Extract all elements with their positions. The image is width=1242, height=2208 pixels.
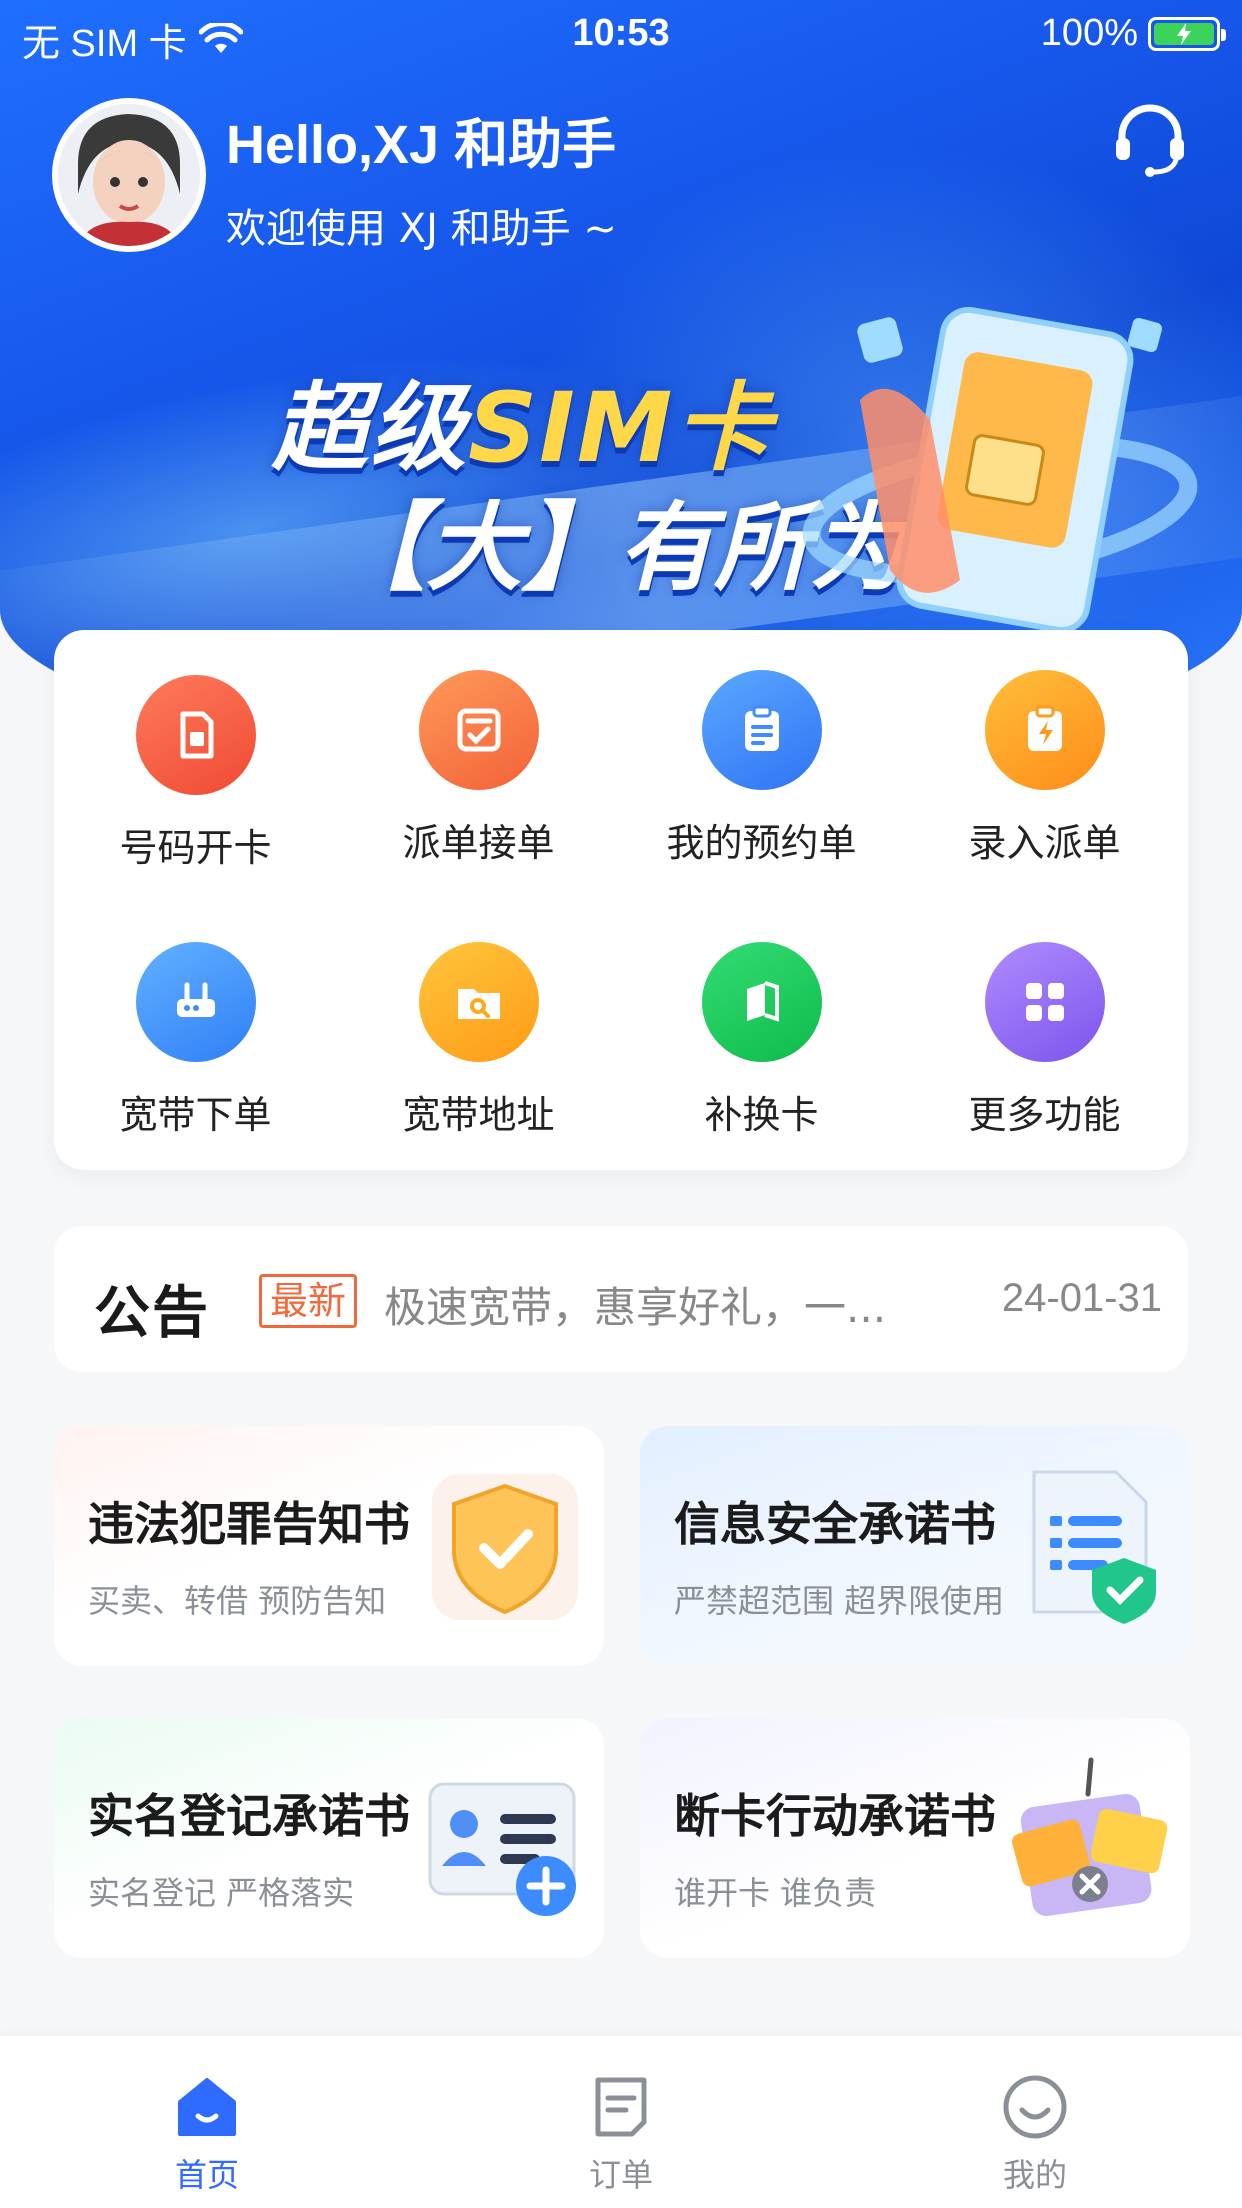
cards-cancel-icon xyxy=(1006,1754,1176,1924)
promise-subtitle: 谁开卡 谁负责 xyxy=(674,1874,877,1912)
promise-title: 违法犯罪告知书 xyxy=(88,1497,410,1551)
user-avatar[interactable] xyxy=(52,98,206,252)
function-label: 宽带地址 xyxy=(402,1093,555,1137)
function-enter-dispatch[interactable]: 录入派单 xyxy=(903,670,1186,900)
battery-icon xyxy=(1148,16,1226,51)
battery-percent: 100% xyxy=(1040,12,1138,54)
function-my-appointments[interactable]: 我的预约单 xyxy=(620,670,903,900)
notice-date: 24-01-31 xyxy=(1001,1276,1162,1320)
notice-text[interactable]: 极速宽带，惠享好礼，一... xyxy=(384,1274,904,1335)
greeting-subtitle: 欢迎使用 XJ 和助手 ~ xyxy=(226,206,617,252)
promise-title: 断卡行动承诺书 xyxy=(674,1789,996,1843)
function-label: 派单接单 xyxy=(402,821,555,865)
banner-title-accent: SIM卡 xyxy=(468,372,773,484)
greeting-title: Hello,XJ 和助手 xyxy=(226,115,617,175)
function-more[interactable]: 更多功能 xyxy=(903,942,1186,1172)
function-broadband-address[interactable]: 宽带地址 xyxy=(337,942,620,1172)
card-swap-icon xyxy=(701,942,822,1062)
tab-home[interactable]: 首页 xyxy=(0,2036,414,2208)
tab-orders[interactable]: 订单 xyxy=(414,2036,828,2208)
function-label: 补换卡 xyxy=(704,1093,819,1137)
tab-label: 首页 xyxy=(174,2156,239,2194)
banner-title-prefix: 超级 xyxy=(272,372,468,484)
promise-card-crime-notice[interactable]: 违法犯罪告知书 买卖、转借 预防告知 xyxy=(54,1426,604,1666)
checklist-icon xyxy=(418,670,539,790)
sim-card-icon xyxy=(135,675,256,795)
home-icon xyxy=(172,2072,242,2142)
tab-label: 订单 xyxy=(588,2156,653,2194)
promise-subtitle: 实名登记 严格落实 xyxy=(88,1874,355,1912)
phone-sim-illustration xyxy=(800,280,1200,640)
bolt-clipboard-icon xyxy=(984,670,1105,790)
smile-icon xyxy=(1000,2072,1070,2142)
battery-status: 100% xyxy=(1040,12,1226,55)
tab-mine[interactable]: 我的 xyxy=(828,2036,1242,2208)
function-broadband-order[interactable]: 宽带下单 xyxy=(54,942,337,1172)
banner-title-line1[interactable]: 超级SIM卡 xyxy=(272,350,772,489)
clipboard-icon xyxy=(701,670,822,790)
function-label: 我的预约单 xyxy=(666,821,857,865)
bottom-tab-bar: 首页 订单 我的 xyxy=(0,2036,1242,2208)
router-icon xyxy=(135,942,256,1062)
promise-subtitle: 严禁超范围 超界限使用 xyxy=(674,1582,1005,1620)
promise-card-break-card[interactable]: 断卡行动承诺书 谁开卡 谁负责 xyxy=(640,1718,1190,1958)
status-bar: 无 SIM 卡 10:53 100% xyxy=(0,0,1242,66)
secure-document-icon xyxy=(1006,1462,1176,1632)
function-replace-card[interactable]: 补换卡 xyxy=(620,942,903,1172)
apps-grid-icon xyxy=(984,942,1105,1062)
tab-label: 我的 xyxy=(1002,2156,1067,2194)
promise-title: 信息安全承诺书 xyxy=(674,1497,996,1551)
notice-new-badge: 最新 xyxy=(259,1274,358,1328)
id-card-add-icon xyxy=(420,1754,590,1924)
function-label: 更多功能 xyxy=(968,1093,1121,1137)
promise-title: 实名登记承诺书 xyxy=(88,1789,410,1843)
order-icon xyxy=(586,2072,656,2142)
function-open-number[interactable]: 号码开卡 xyxy=(54,675,337,905)
promise-subtitle: 买卖、转借 预防告知 xyxy=(88,1582,387,1620)
promise-card-info-security[interactable]: 信息安全承诺书 严禁超范围 超界限使用 xyxy=(640,1426,1190,1666)
promise-card-realname[interactable]: 实名登记承诺书 实名登记 严格落实 xyxy=(54,1718,604,1958)
notice-logo: 公告 xyxy=(94,1281,210,1346)
function-dispatch[interactable]: 派单接单 xyxy=(337,670,620,900)
function-label: 号码开卡 xyxy=(119,826,272,870)
folder-search-icon xyxy=(418,942,539,1062)
function-label: 宽带下单 xyxy=(119,1093,272,1137)
shield-check-icon xyxy=(420,1462,590,1632)
function-grid: 号码开卡 派单接单 我的预约单 录入派单 宽带下单 宽带地址 补换卡 更多功能 xyxy=(54,630,1188,1170)
function-label: 录入派单 xyxy=(968,821,1121,865)
notice-bar[interactable]: 公告 最新 极速宽带，惠享好礼，一... 24-01-31 xyxy=(54,1226,1188,1372)
headset-icon[interactable] xyxy=(1110,100,1190,180)
